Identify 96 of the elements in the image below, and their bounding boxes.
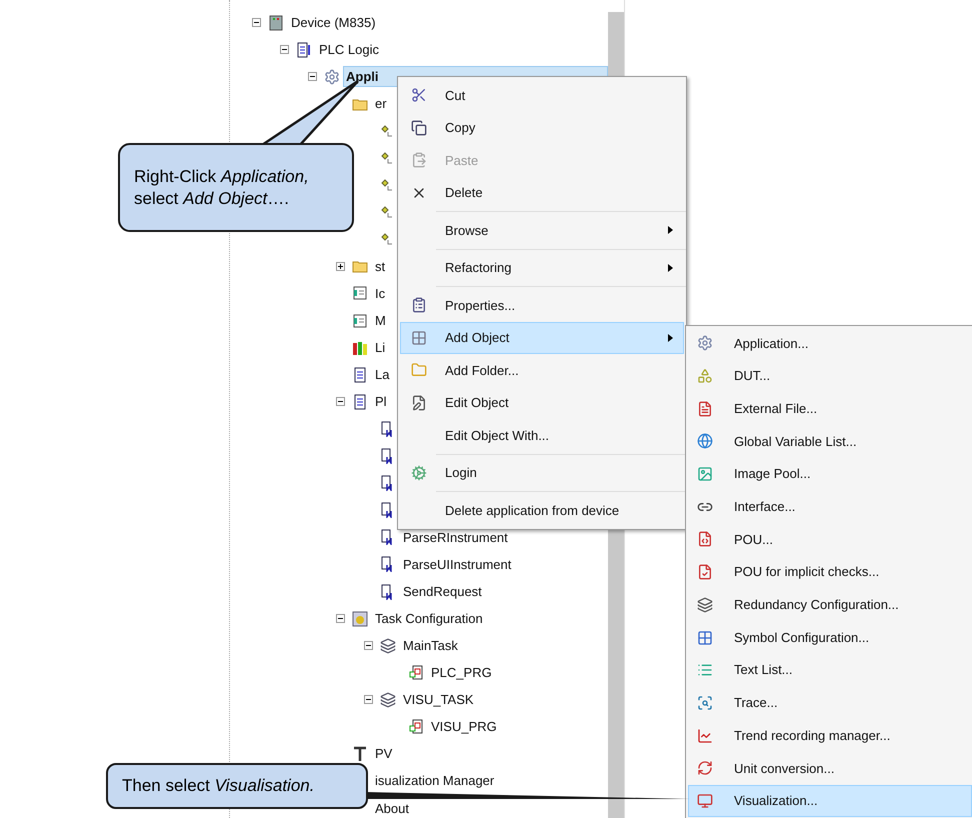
pou-icon bbox=[408, 718, 424, 735]
gear-icon bbox=[697, 335, 713, 352]
checked-file-icon bbox=[697, 564, 713, 580]
collapse-icon[interactable] bbox=[252, 18, 261, 28]
menu-item[interactable]: Symbol Configuration... bbox=[688, 621, 972, 654]
list-document-icon bbox=[352, 312, 368, 329]
magnifier-icon bbox=[697, 694, 713, 711]
pin-icon bbox=[352, 746, 368, 762]
layers-icon bbox=[697, 596, 713, 613]
stack-icon bbox=[380, 638, 396, 654]
scissors-icon bbox=[411, 87, 427, 104]
menu-item[interactable]: Unit conversion... bbox=[688, 752, 972, 785]
collapse-icon[interactable] bbox=[336, 397, 345, 406]
menu-item[interactable]: Properties... bbox=[400, 289, 684, 322]
code-file-icon bbox=[697, 531, 713, 548]
collapse-icon[interactable] bbox=[336, 614, 345, 624]
tree-item[interactable]: VISU_PRG bbox=[428, 716, 500, 738]
pou-icon bbox=[408, 664, 424, 681]
menu-item[interactable]: External File... bbox=[688, 392, 972, 426]
shapes-icon bbox=[697, 368, 713, 384]
copy-icon bbox=[411, 120, 427, 136]
submenu-arrow-icon bbox=[668, 264, 673, 272]
submenu-arrow-icon bbox=[668, 226, 673, 234]
refresh-icon bbox=[697, 760, 713, 776]
menu-item[interactable]: Add Object bbox=[400, 322, 684, 354]
gear-icon bbox=[411, 464, 427, 481]
menu-item[interactable]: Cut bbox=[400, 79, 684, 112]
device-icon bbox=[268, 14, 284, 31]
tree-item[interactable]: Ic bbox=[372, 282, 388, 304]
chart-icon bbox=[697, 728, 713, 744]
menu-item[interactable]: Interface... bbox=[688, 490, 972, 524]
menu-item[interactable]: Refactoring bbox=[400, 252, 684, 284]
tree-item[interactable]: ParseRInstrument bbox=[400, 526, 511, 548]
tree-item[interactable]: Device (M835) bbox=[288, 12, 379, 34]
tree-item[interactable]: Task Configuration bbox=[372, 608, 486, 630]
menu-item[interactable]: Trace... bbox=[688, 686, 972, 720]
menu-item[interactable]: Delete application from device bbox=[400, 494, 684, 526]
books-icon bbox=[352, 340, 368, 356]
tree-item[interactable]: PLC Logic bbox=[316, 38, 382, 60]
list-document-icon bbox=[352, 285, 368, 302]
tree-item[interactable]: About bbox=[372, 798, 412, 818]
menu-item[interactable]: Image Pool... bbox=[688, 458, 972, 490]
file-edit-icon bbox=[411, 394, 427, 411]
collapse-icon[interactable] bbox=[308, 72, 317, 82]
menu-item[interactable]: POU for implicit checks... bbox=[688, 556, 972, 588]
menu-item[interactable]: Add Folder... bbox=[400, 354, 684, 386]
menu-item[interactable]: DUT... bbox=[688, 360, 972, 392]
callout-text: Right-Click Application, select Add Object…. bbox=[134, 166, 310, 210]
tree-item[interactable]: MainTask bbox=[400, 634, 461, 656]
menu-item[interactable]: Redundancy Configuration... bbox=[688, 588, 972, 622]
tree-item[interactable]: ParseUIInstrument bbox=[400, 554, 514, 576]
menu-item[interactable]: Visualization... bbox=[688, 784, 972, 818]
monitor-icon bbox=[697, 792, 713, 809]
tree-item[interactable]: M bbox=[372, 310, 389, 332]
collapse-icon[interactable] bbox=[280, 45, 289, 54]
clipboard-list-icon bbox=[411, 297, 427, 314]
tree-item[interactable]: Li bbox=[372, 336, 388, 358]
menu-item[interactable]: Browse bbox=[400, 214, 684, 246]
menu-item[interactable]: Global Variable List... bbox=[688, 425, 972, 458]
tree-item[interactable]: Pl bbox=[372, 391, 390, 413]
document-icon bbox=[352, 366, 368, 383]
menu-item[interactable]: Delete bbox=[400, 176, 684, 209]
menu-item[interactable]: POU... bbox=[688, 523, 972, 556]
folder-icon bbox=[411, 362, 427, 378]
tree-item[interactable]: isualization Manager bbox=[372, 770, 498, 792]
list-icon bbox=[697, 662, 713, 678]
menu-item[interactable]: Copy bbox=[400, 112, 684, 144]
collapse-icon[interactable] bbox=[364, 641, 373, 650]
menu-item[interactable]: Text List... bbox=[688, 654, 972, 687]
tree-item[interactable]: PLC_PRG bbox=[428, 662, 495, 684]
tree-item[interactable]: st bbox=[372, 256, 388, 278]
menu-item[interactable]: Application... bbox=[688, 327, 972, 360]
menu-item[interactable]: Trend recording manager... bbox=[688, 719, 972, 752]
grid-icon bbox=[697, 630, 713, 646]
task-configuration-icon bbox=[352, 610, 368, 627]
image-icon bbox=[697, 466, 713, 482]
globe-icon bbox=[697, 433, 713, 450]
tree-item[interactable]: VISU_TASK bbox=[400, 689, 477, 711]
stack-icon bbox=[380, 692, 396, 708]
tree-item[interactable]: La bbox=[372, 364, 392, 386]
submenu-arrow-icon bbox=[668, 334, 673, 342]
collapse-icon[interactable] bbox=[364, 695, 373, 704]
tree-item[interactable]: PV bbox=[372, 743, 396, 765]
menu-item[interactable]: Edit Object bbox=[400, 386, 684, 419]
clipboard-icon bbox=[411, 152, 427, 168]
menu-item[interactable]: Login bbox=[400, 456, 684, 489]
document-icon bbox=[352, 394, 368, 410]
expand-icon[interactable] bbox=[336, 262, 345, 271]
gear-icon bbox=[324, 68, 340, 85]
tree-item[interactable]: SendRequest bbox=[400, 580, 485, 602]
menu-item[interactable]: Edit Object With... bbox=[400, 419, 684, 452]
callout-text: Then select Visualisation. bbox=[122, 775, 314, 798]
grid-icon bbox=[411, 330, 427, 346]
tree-item[interactable]: er bbox=[372, 93, 390, 115]
document-icon bbox=[296, 42, 312, 58]
document-icon bbox=[697, 400, 713, 417]
